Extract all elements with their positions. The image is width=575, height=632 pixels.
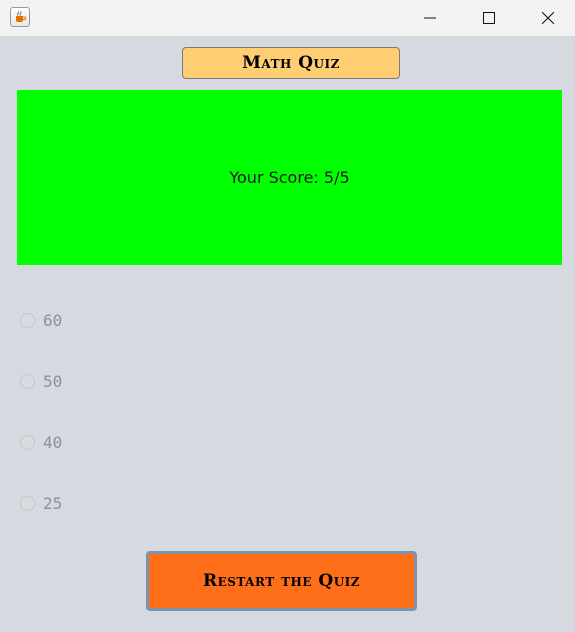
answer-option[interactable]: 25: [20, 492, 62, 514]
quiz-title-button[interactable]: Math Quiz: [182, 47, 400, 79]
answer-option-label: 60: [43, 310, 63, 330]
score-text: Your Score: 5/5: [229, 168, 350, 187]
maximize-icon: [483, 12, 495, 24]
answer-option[interactable]: 40: [20, 431, 62, 453]
close-icon: [542, 12, 554, 24]
radio-button[interactable]: [20, 312, 35, 328]
radio-button[interactable]: [20, 373, 35, 389]
title-bar[interactable]: [0, 0, 575, 36]
restart-quiz-button[interactable]: Restart the Quiz: [146, 551, 417, 611]
java-coffee-icon[interactable]: [10, 7, 30, 27]
minimize-button[interactable]: [407, 0, 453, 36]
score-panel: Your Score: 5/5: [17, 90, 562, 265]
close-button[interactable]: [525, 0, 571, 36]
answer-option[interactable]: 60: [20, 309, 62, 331]
app-window: Math Quiz Your Score: 5/5 60 50 40 25 Re…: [0, 0, 575, 632]
answer-option[interactable]: 50: [20, 370, 62, 392]
radio-button[interactable]: [20, 434, 35, 450]
minimize-icon: [424, 17, 436, 19]
answer-option-label: 25: [43, 493, 63, 513]
answer-option-label: 40: [43, 432, 63, 452]
maximize-button[interactable]: [466, 0, 512, 36]
radio-button[interactable]: [20, 495, 35, 511]
answer-option-label: 50: [43, 371, 63, 391]
